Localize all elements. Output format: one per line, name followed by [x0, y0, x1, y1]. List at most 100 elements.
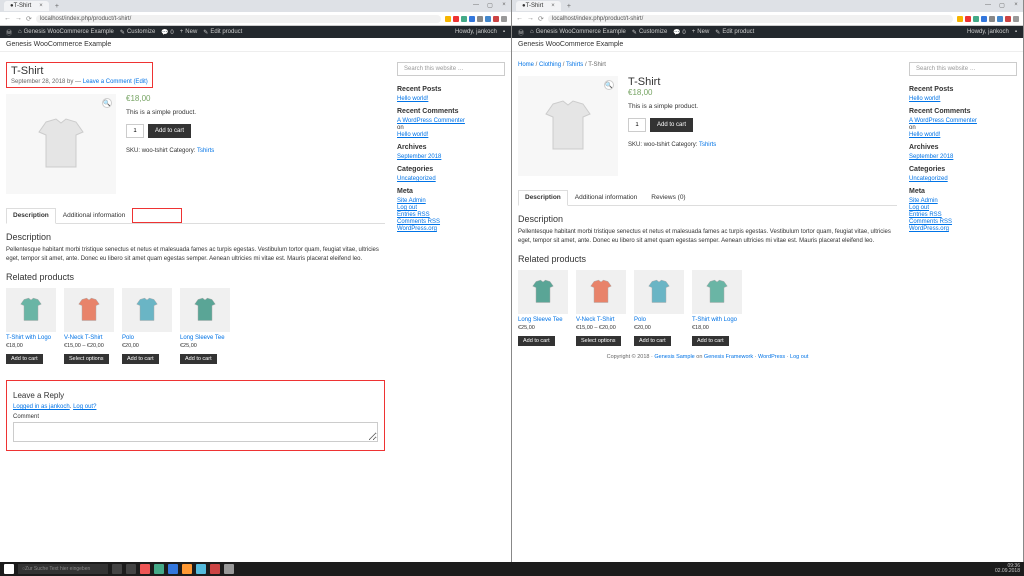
meta-entries-rss[interactable]: Entries RSS: [397, 212, 505, 218]
cortana-icon[interactable]: [112, 564, 122, 574]
category-link[interactable]: Tshirts: [197, 148, 214, 154]
edit-link[interactable]: (Edit): [133, 79, 147, 85]
taskbar-app[interactable]: [154, 564, 164, 574]
related-product-image[interactable]: [576, 270, 626, 314]
maximize-icon[interactable]: ▢: [995, 0, 1009, 10]
admin-comments-link[interactable]: 💬 0: [161, 29, 173, 36]
meta-comments-rss[interactable]: Comments RSS: [397, 219, 505, 225]
taskbar-app[interactable]: [140, 564, 150, 574]
browser-tab[interactable]: ● T-Shirt ×: [4, 1, 49, 11]
nav-forward-icon[interactable]: →: [527, 15, 534, 23]
related-product[interactable]: V-Neck T-Shirt€15,00 – €20,00Select opti…: [64, 288, 114, 364]
related-product-title[interactable]: Polo: [122, 335, 172, 341]
meta-wporg[interactable]: WordPress.org: [397, 226, 505, 232]
category-link[interactable]: Uncategorized: [909, 176, 1017, 182]
meta-wporg[interactable]: WordPress.org: [909, 226, 1017, 232]
wp-logo-icon[interactable]: Ⓦ: [518, 28, 524, 37]
admin-site-link[interactable]: ⌂ Genesis WooCommerce Example: [530, 29, 626, 35]
related-product-title[interactable]: T-Shirt with Logo: [6, 335, 56, 341]
windows-taskbar[interactable]: ○ Zur Suche Text hier eingeben 09:3602.0…: [0, 562, 1024, 576]
tab-empty[interactable]: [132, 208, 182, 223]
admin-edit-link[interactable]: ✎ Edit product: [715, 29, 754, 36]
related-product[interactable]: T-Shirt with Logo€18,00Add to cart: [692, 270, 742, 346]
taskbar-app[interactable]: [182, 564, 192, 574]
related-product[interactable]: V-Neck T-Shirt€15,00 – €20,00Select opti…: [576, 270, 626, 346]
commenter-link[interactable]: A WordPress Commenter: [909, 118, 1017, 124]
admin-customize-link[interactable]: ✎ Customize: [632, 29, 667, 36]
tab-reviews[interactable]: Reviews (0): [644, 190, 692, 205]
quantity-input[interactable]: [628, 118, 646, 132]
tab-additional-info[interactable]: Additional information: [568, 190, 645, 205]
related-product-title[interactable]: V-Neck T-Shirt: [64, 335, 114, 341]
related-product-image[interactable]: [122, 288, 172, 332]
url-input[interactable]: localhost/index.php/product/t-shirt/: [548, 15, 953, 23]
start-button[interactable]: [4, 564, 14, 574]
task-view-icon[interactable]: [126, 564, 136, 574]
nav-back-icon[interactable]: ←: [516, 15, 523, 23]
product-image[interactable]: 🔍: [518, 76, 618, 176]
meta-site-admin[interactable]: Site Admin: [397, 198, 505, 204]
url-input[interactable]: localhost/index.php/product/t-shirt/: [36, 15, 441, 23]
archive-link[interactable]: September 2018: [909, 154, 1017, 160]
nav-forward-icon[interactable]: →: [15, 15, 22, 23]
tab-description[interactable]: Description: [518, 190, 568, 206]
related-product[interactable]: Long Sleeve Tee€25,00Add to cart: [180, 288, 230, 364]
nav-reload-icon[interactable]: ⟳: [538, 15, 544, 23]
related-add-button[interactable]: Add to cart: [122, 354, 159, 364]
footer-framework-link[interactable]: Genesis Framework: [704, 354, 753, 360]
recent-post-link[interactable]: Hello world!: [909, 96, 1017, 102]
comment-post-link[interactable]: Hello world!: [397, 132, 505, 138]
nav-back-icon[interactable]: ←: [4, 15, 11, 23]
footer-logout-link[interactable]: Log out: [790, 354, 808, 360]
category-link[interactable]: Uncategorized: [397, 176, 505, 182]
meta-entries-rss[interactable]: Entries RSS: [909, 212, 1017, 218]
logout-link[interactable]: Log out?: [73, 404, 96, 410]
related-product[interactable]: Polo€20,00Add to cart: [634, 270, 684, 346]
product-image[interactable]: 🔍: [6, 94, 116, 194]
nav-reload-icon[interactable]: ⟳: [26, 15, 32, 23]
footer-wp-link[interactable]: WordPress: [758, 354, 785, 360]
taskbar-app[interactable]: [224, 564, 234, 574]
related-product-title[interactable]: T-Shirt with Logo: [692, 317, 742, 323]
related-add-button[interactable]: Select options: [64, 354, 109, 364]
new-tab-button[interactable]: +: [51, 3, 63, 10]
related-product[interactable]: Polo€20,00Add to cart: [122, 288, 172, 364]
site-title[interactable]: Genesis WooCommerce Example: [512, 38, 1023, 52]
breadcrumb-tshirts[interactable]: Tshirts: [566, 62, 583, 68]
wp-logo-icon[interactable]: Ⓦ: [6, 28, 12, 37]
maximize-icon[interactable]: ▢: [483, 0, 497, 10]
related-product-image[interactable]: [6, 288, 56, 332]
meta-comments-rss[interactable]: Comments RSS: [909, 219, 1017, 225]
comment-post-link[interactable]: Hello world!: [909, 132, 1017, 138]
related-add-button[interactable]: Add to cart: [692, 336, 729, 346]
meta-site-admin[interactable]: Site Admin: [909, 198, 1017, 204]
search-input[interactable]: Search this website …: [909, 62, 1017, 76]
admin-site-link[interactable]: ⌂ Genesis WooCommerce Example: [18, 29, 114, 35]
related-product[interactable]: T-Shirt with Logo€18,00Add to cart: [6, 288, 56, 364]
comment-textarea[interactable]: [13, 422, 378, 442]
category-link[interactable]: Tshirts: [699, 142, 716, 148]
archive-link[interactable]: September 2018: [397, 154, 505, 160]
taskbar-search[interactable]: ○ Zur Suche Text hier eingeben: [18, 564, 108, 574]
add-to-cart-button[interactable]: Add to cart: [148, 124, 191, 138]
tab-description[interactable]: Description: [6, 208, 56, 224]
related-product-image[interactable]: [64, 288, 114, 332]
browser-tab[interactable]: ● T-Shirt ×: [516, 1, 561, 11]
new-tab-button[interactable]: +: [563, 3, 575, 10]
breadcrumb-home[interactable]: Home: [518, 62, 534, 68]
zoom-icon[interactable]: 🔍: [102, 98, 112, 108]
admin-edit-link[interactable]: ✎ Edit product: [203, 29, 242, 36]
taskbar-app[interactable]: [196, 564, 206, 574]
add-to-cart-button[interactable]: Add to cart: [650, 118, 693, 132]
admin-new-link[interactable]: + New: [180, 29, 198, 35]
breadcrumb-clothing[interactable]: Clothing: [539, 62, 561, 68]
minimize-icon[interactable]: —: [469, 0, 483, 10]
tab-additional-info[interactable]: Additional information: [56, 208, 133, 223]
admin-avatar-icon[interactable]: ▪: [503, 29, 505, 35]
site-title[interactable]: Genesis WooCommerce Example: [0, 38, 511, 52]
admin-customize-link[interactable]: ✎ Customize: [120, 29, 155, 36]
related-product-title[interactable]: Polo: [634, 317, 684, 323]
commenter-link[interactable]: A WordPress Commenter: [397, 118, 505, 124]
related-add-button[interactable]: Select options: [576, 336, 621, 346]
logged-in-link[interactable]: Logged in as jankoch: [13, 404, 70, 410]
